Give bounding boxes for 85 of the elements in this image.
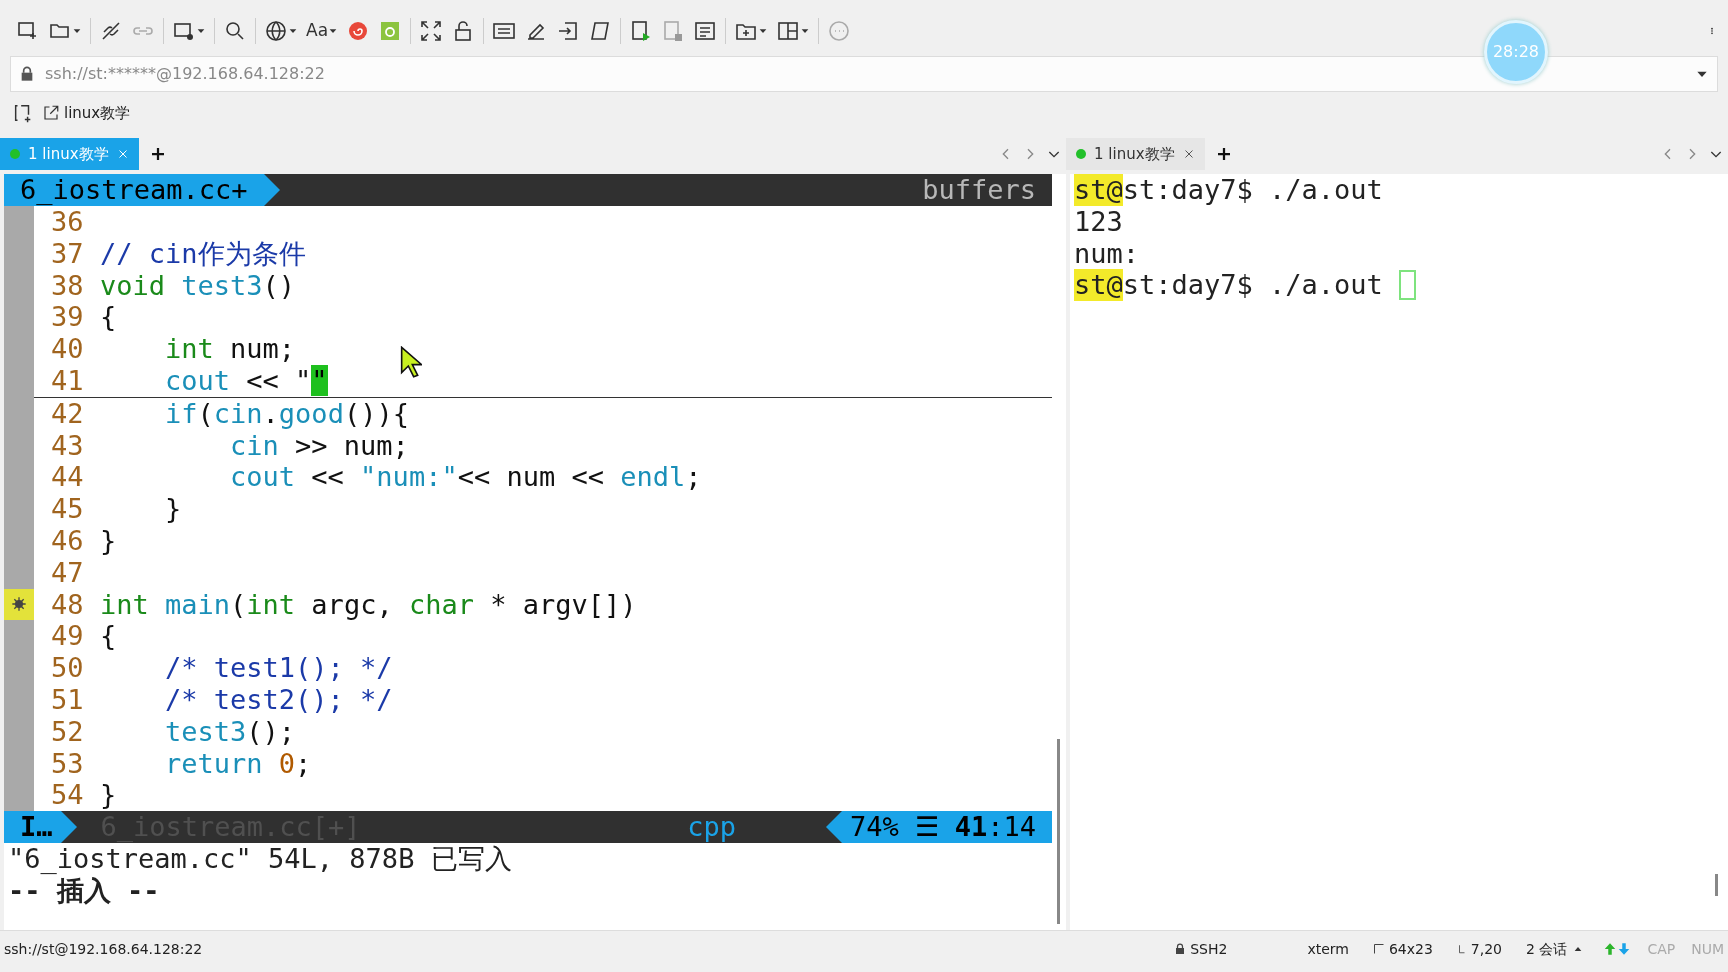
code-line: void test3() bbox=[100, 269, 296, 302]
session-count[interactable]: 2 会话 bbox=[1526, 938, 1568, 960]
terminal-type: xterm bbox=[1307, 939, 1349, 959]
code-line: return 0; bbox=[164, 747, 312, 780]
protocol-indicator: SSH2 bbox=[1174, 938, 1228, 960]
line-number: 45 bbox=[50, 493, 85, 525]
code-line: /* test2(); */ bbox=[164, 683, 393, 716]
line-number: 40 bbox=[50, 333, 85, 365]
code-line: { bbox=[100, 620, 117, 653]
scrollbar-thumb bbox=[1715, 874, 1718, 896]
caret-icon bbox=[72, 26, 82, 36]
globe-icon bbox=[264, 19, 288, 43]
status-address: ssh://st@192.168.64.128:22 bbox=[4, 939, 203, 959]
line-number: 36 bbox=[50, 206, 85, 238]
cursor-indicator: 7,20 bbox=[1456, 938, 1503, 960]
terminal-text: num: bbox=[1074, 237, 1140, 270]
code-line: cout << "" bbox=[164, 365, 328, 397]
terminal-text: 123 bbox=[1074, 205, 1123, 238]
buffers-label: buffers bbox=[922, 174, 1036, 206]
code-line: } bbox=[164, 493, 182, 525]
terminal-text: st:day7$ ./a.out bbox=[1122, 269, 1383, 302]
line-number: 50 bbox=[50, 652, 85, 684]
caret-icon bbox=[288, 26, 298, 36]
fullscreen-icon bbox=[419, 19, 444, 43]
key-indicator: NUM bbox=[1691, 939, 1724, 959]
line-number: 48 bbox=[50, 588, 85, 621]
code-line: test3(); bbox=[164, 715, 296, 748]
code-line: if(cin.good()){ bbox=[164, 397, 409, 430]
powerline-arrow bbox=[60, 811, 77, 844]
timer-badge: 28:28 bbox=[1484, 20, 1548, 84]
scroll-percent: 74% bbox=[849, 811, 899, 844]
chat-icon bbox=[827, 19, 852, 43]
lock-icon bbox=[1174, 942, 1187, 956]
code-line: int num; bbox=[164, 333, 296, 365]
code-line: } bbox=[100, 524, 117, 557]
document-icon bbox=[693, 19, 718, 43]
line-number: 43 bbox=[50, 429, 85, 462]
mode-line: -- 插入 -- bbox=[7, 874, 161, 907]
line-number: 44 bbox=[50, 461, 85, 494]
upload-arrow-icon bbox=[1603, 941, 1618, 957]
terminal-size: 64x23 bbox=[1372, 938, 1433, 960]
prompt-user: st@ bbox=[1074, 269, 1123, 302]
session-tab[interactable]: 1 linux教学 bbox=[1066, 138, 1205, 170]
line-number: 47 bbox=[50, 556, 85, 589]
code-line: /* test1(); */ bbox=[164, 652, 393, 684]
lock-icon bbox=[19, 66, 35, 82]
font-button[interactable]: Aa bbox=[302, 14, 343, 48]
code-line: // cin作为条件 bbox=[100, 237, 306, 270]
download-arrow-icon bbox=[1617, 941, 1632, 957]
mouse-pointer-icon bbox=[400, 346, 422, 378]
powerline-arrow bbox=[263, 174, 280, 206]
code-line: int main(int argc, char * argv[]) bbox=[100, 588, 637, 621]
line-number: 53 bbox=[50, 747, 85, 780]
filetype-label: cpp bbox=[687, 811, 736, 844]
code-line: cin >> num; bbox=[229, 429, 409, 462]
line-number: 51 bbox=[50, 683, 85, 716]
key-indicator: CAP bbox=[1647, 939, 1676, 959]
line-number: 49 bbox=[50, 620, 85, 653]
address-bar[interactable]: ssh://st:******@192.168.64.128:22 bbox=[10, 56, 1718, 92]
line-number: 41 bbox=[50, 365, 85, 397]
caret-icon bbox=[800, 26, 811, 36]
line-number: 38 bbox=[50, 269, 85, 302]
code-line: cout << "num:"<< num << endl; bbox=[229, 461, 702, 494]
close-icon bbox=[116, 148, 129, 160]
external-link-icon bbox=[42, 104, 60, 122]
line-number: 54 bbox=[50, 779, 85, 812]
cursor-position: 41:14 bbox=[954, 811, 1036, 844]
terminal-text: st:day7$ ./a.out bbox=[1122, 174, 1383, 206]
line-number: 39 bbox=[50, 301, 85, 334]
code-line: } bbox=[100, 779, 117, 812]
line-number: 42 bbox=[50, 397, 85, 430]
code-line: { bbox=[100, 301, 117, 334]
sign-icon bbox=[11, 596, 27, 613]
caret-icon bbox=[328, 26, 339, 36]
layout-icon bbox=[776, 19, 801, 43]
line-number: 37 bbox=[50, 237, 85, 270]
prompt-user: st@ bbox=[1074, 174, 1123, 206]
line-number: 46 bbox=[50, 524, 85, 557]
session-link[interactable]: linux教学 bbox=[42, 101, 131, 125]
line-number: 52 bbox=[50, 715, 85, 748]
caret-icon bbox=[758, 26, 769, 36]
close-icon bbox=[1182, 148, 1195, 160]
line-count-glyph: ☰ bbox=[914, 811, 939, 844]
caret-icon bbox=[196, 26, 206, 36]
message-line: "6_iostream.cc" 54L, 878B 已写入 bbox=[7, 843, 513, 875]
